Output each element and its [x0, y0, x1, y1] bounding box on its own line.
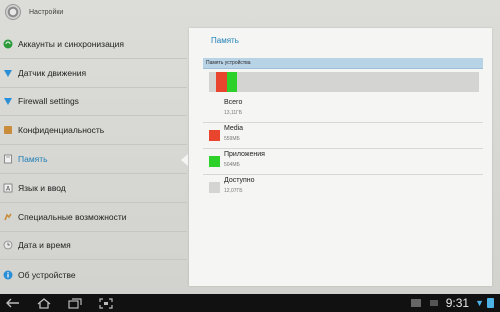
sidebar-item-privacy[interactable]: Конфиденциальность	[0, 116, 187, 146]
settings-screen: Настройки Аккаунты и синхронизация Датчи…	[0, 0, 500, 294]
panel-title: Память	[211, 36, 239, 45]
stat-name: Media	[224, 125, 244, 132]
sidebar-item-accessibility[interactable]: Специальные возможности	[0, 203, 187, 232]
screenshot-icon[interactable]	[99, 297, 113, 309]
sidebar-item-label: Датчик движения	[18, 67, 87, 78]
language-icon: A	[3, 183, 13, 193]
status-area[interactable]: 9:31 ▼	[410, 296, 500, 310]
stat-value: 559МБ	[224, 136, 240, 142]
info-icon	[3, 270, 13, 280]
sidebar-item-about[interactable]: Об устройстве	[0, 260, 187, 289]
sidebar-item-motion[interactable]: Датчик движения	[0, 59, 187, 88]
sync-icon	[3, 39, 13, 49]
sidebar-item-label: Firewall settings	[18, 96, 79, 107]
storage-icon	[3, 154, 13, 164]
stat-name: Доступно	[224, 177, 255, 184]
recent-apps-icon[interactable]	[68, 297, 82, 309]
sidebar-item-label: Конфиденциальность	[18, 125, 105, 136]
clock-icon	[3, 240, 13, 250]
section-header: Память устройства	[203, 58, 483, 69]
apps-color-swatch	[209, 156, 220, 167]
gallery-notification-icon	[410, 299, 421, 307]
stat-value: 504МБ	[224, 162, 240, 168]
battery-icon	[487, 298, 494, 308]
firewall-icon	[3, 96, 13, 106]
stat-name: Приложения	[224, 151, 265, 158]
storage-detail-panel: Память Память устройства Всего 13,11ГБ M…	[189, 28, 492, 286]
app-title: Настройки	[29, 8, 64, 16]
sidebar-item-language[interactable]: A Язык и ввод	[0, 174, 187, 203]
sidebar-item-label: Специальные возможности	[18, 211, 127, 222]
sidebar-item-label: Аккаунты и синхронизация	[18, 38, 125, 49]
settings-gear-icon[interactable]	[5, 4, 21, 20]
usage-bar-apps-segment	[227, 72, 237, 92]
home-icon[interactable]	[37, 297, 51, 309]
usage-bar-media-segment	[216, 72, 227, 92]
stat-name: Всего	[224, 99, 243, 106]
free-color-swatch	[209, 182, 220, 193]
usb-notification-icon	[429, 300, 438, 306]
action-bar: Настройки	[0, 0, 500, 24]
sidebar-item-date-time[interactable]: Дата и время	[0, 232, 187, 261]
clock: 9:31	[445, 296, 470, 310]
navigation-buttons	[0, 297, 113, 309]
sidebar-item-label: Об устройстве	[18, 269, 76, 280]
sidebar-item-label: Память	[18, 154, 48, 165]
privacy-icon	[3, 125, 13, 135]
storage-usage-bar	[209, 72, 479, 92]
sidebar-item-firewall[interactable]: Firewall settings	[0, 88, 187, 117]
media-color-swatch	[209, 130, 220, 141]
sidebar-item-label: Дата и время	[18, 240, 71, 251]
sidebar-item-label: Язык и ввод	[18, 182, 66, 193]
section-header-label: Память устройства	[206, 60, 251, 66]
back-icon[interactable]	[6, 297, 20, 309]
stat-row-apps[interactable]: Приложения 504МБ	[203, 148, 483, 175]
stat-row-total[interactable]: Всего 13,11ГБ	[203, 96, 483, 123]
stat-row-media[interactable]: Media 559МБ	[203, 122, 483, 149]
stat-value: 13,11ГБ	[224, 110, 243, 116]
sidebar-item-accounts-sync[interactable]: Аккаунты и синхронизация	[0, 30, 187, 59]
stat-row-available[interactable]: Доступно 12,07ГБ	[203, 174, 483, 200]
accessibility-icon	[3, 212, 13, 222]
wifi-icon: ▼	[475, 298, 484, 308]
motion-icon	[3, 68, 13, 78]
sidebar-item-storage[interactable]: Память	[0, 145, 188, 174]
settings-category-list: Аккаунты и синхронизация Датчик движения…	[0, 30, 188, 292]
stat-value: 12,07ГБ	[224, 188, 243, 194]
system-bar: 9:31 ▼	[0, 294, 500, 312]
